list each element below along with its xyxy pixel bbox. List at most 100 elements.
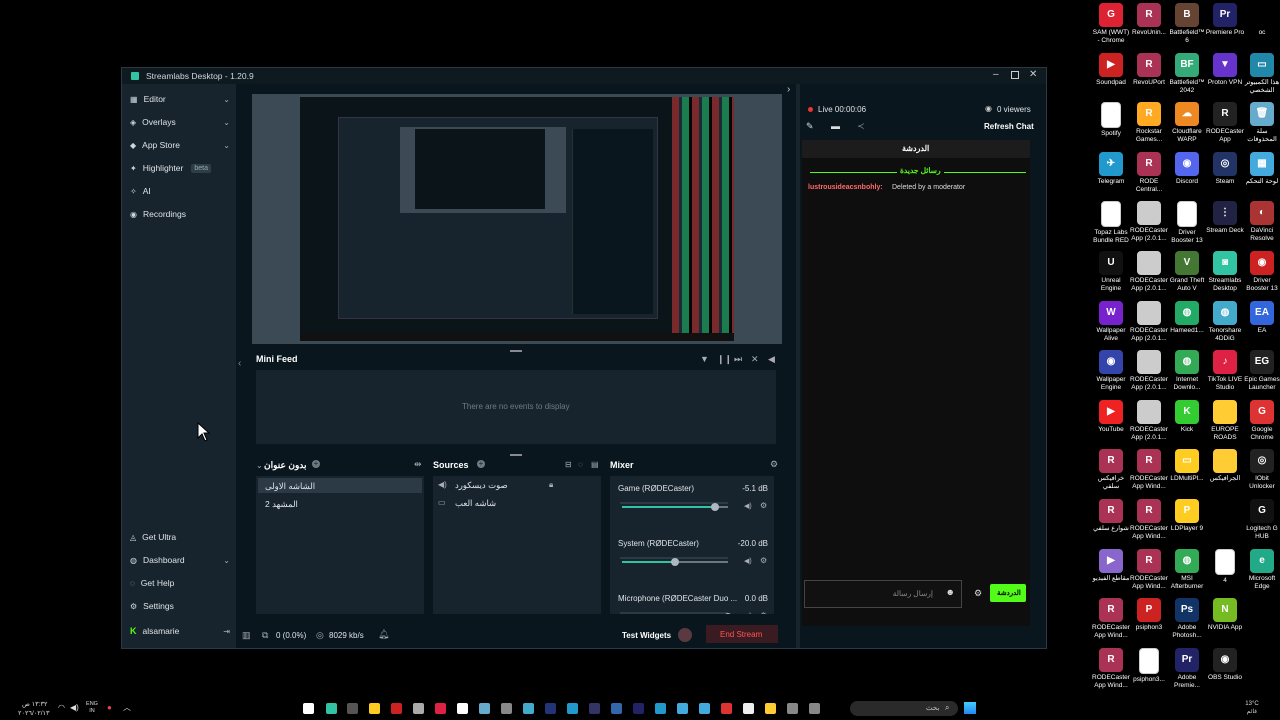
taskbar-app-icon[interactable] xyxy=(303,703,314,714)
taskbar-app-icon[interactable] xyxy=(413,703,424,714)
chat-input[interactable]: إرسال رسالة ☻ xyxy=(804,580,962,608)
desktop-icon[interactable]: الجرافيكس xyxy=(1205,449,1245,483)
taskbar-app-icon[interactable] xyxy=(655,703,666,714)
clip-icon[interactable]: ▬ xyxy=(831,121,840,131)
weather-widget[interactable]: 13°C غائم xyxy=(1240,700,1264,716)
minimize-icon[interactable]: – xyxy=(993,69,999,80)
chat-settings-icon[interactable]: ⚙ xyxy=(974,588,982,599)
desktop-icon[interactable]: B Battlefield™ 6 xyxy=(1167,3,1207,45)
desktop-icon[interactable]: RODECaster App (2.0.1... xyxy=(1129,251,1169,293)
desktop-icon[interactable]: R RODECaster App xyxy=(1205,102,1245,144)
add-scene-icon[interactable]: + xyxy=(312,460,320,468)
close-icon[interactable]: ✕ xyxy=(1029,69,1037,80)
maximize-icon[interactable] xyxy=(1011,71,1019,79)
lock-icon[interactable]: 🔒︎ xyxy=(549,480,553,490)
desktop-icon[interactable]: Driver Booster 13 xyxy=(1167,201,1207,245)
taskbar-app-icon[interactable] xyxy=(589,703,600,714)
sidebar-item-editor[interactable]: ▦ Editor ⌄ xyxy=(130,90,230,108)
stats-icon[interactable]: ▥ xyxy=(242,630,251,641)
desktop-icon[interactable]: R RODECaster App Wind... xyxy=(1091,598,1131,640)
desktop-icon[interactable]: ▼ Proton VPN xyxy=(1205,52,1245,87)
desktop-icon[interactable]: P LDPlayer 9 xyxy=(1167,499,1207,533)
sidebar-item-app-store[interactable]: ◆ App Store ⌄ xyxy=(130,136,230,154)
desktop-icon[interactable]: ◉ OBS Studio xyxy=(1205,647,1245,682)
desktop-icon[interactable]: BF Battlefield™ 2042 xyxy=(1167,52,1207,95)
desktop-icon[interactable]: Topaz Labs Bundle RED xyxy=(1091,201,1131,245)
resize-handle-2[interactable] xyxy=(510,454,522,456)
skip-icon[interactable]: ⏭ xyxy=(734,354,742,365)
source-folder-icon[interactable]: ⊟ xyxy=(565,460,572,469)
desktop-icon[interactable]: ◎ Steam xyxy=(1205,151,1245,186)
taskbar-app-icon[interactable] xyxy=(743,703,754,714)
desktop-icon[interactable]: ▭ LDMultiPl... xyxy=(1167,449,1207,483)
desktop-icon[interactable]: ◎ IObit Unlocker xyxy=(1242,449,1280,491)
taskbar-app-icon[interactable] xyxy=(457,703,468,714)
desktop-icon[interactable]: G Google Chrome xyxy=(1242,399,1280,442)
desktop-icon[interactable]: R RODECaster App Wind... xyxy=(1129,548,1169,591)
scene-item-1[interactable]: الشاشه الاولى xyxy=(258,478,422,493)
taskbar-app-icon[interactable] xyxy=(567,703,578,714)
taskbar-app-icon[interactable] xyxy=(633,703,644,714)
taskbar-app-icon[interactable] xyxy=(677,703,688,714)
desktop-icon[interactable]: N NVIDIA App xyxy=(1205,598,1245,632)
desktop-icon[interactable]: psiphon3... xyxy=(1129,647,1169,684)
desktop-icon[interactable]: R RODECaster App Wind... xyxy=(1091,647,1131,690)
desktop-icon[interactable]: R RODECaster App Wind... xyxy=(1129,499,1169,541)
taskbar-app-icon[interactable] xyxy=(391,703,402,714)
desktop-icon[interactable]: ◍ Internet Downlo... xyxy=(1167,350,1207,392)
share-icon[interactable]: ≺ xyxy=(857,121,865,132)
desktop-icon[interactable]: ✈ Telegram xyxy=(1091,151,1131,186)
start-icon[interactable] xyxy=(964,702,976,714)
taskbar-app-icon[interactable] xyxy=(523,703,534,714)
desktop-icon[interactable]: ▶ Soundpad xyxy=(1091,52,1131,87)
desktop-icon[interactable]: ♪ TikTok LIVE Studio xyxy=(1205,350,1245,392)
desktop-icon[interactable]: R RODECaster App Wind... xyxy=(1129,449,1169,491)
taskbar-app-icon[interactable] xyxy=(545,703,556,714)
desktop-icon[interactable]: ▶ YouTube xyxy=(1091,399,1131,434)
desktop-icon[interactable]: ⋮ Stream Deck xyxy=(1205,201,1245,235)
desktop-icon[interactable]: R RevoUnin... xyxy=(1129,3,1169,37)
mute-icon[interactable]: ◀) xyxy=(744,612,752,614)
taskbar-app-icon[interactable] xyxy=(611,703,622,714)
mute-alerts-icon[interactable]: ✕ xyxy=(751,354,759,365)
desktop-icon[interactable]: Ps Adobe Photosh... xyxy=(1167,598,1207,640)
sidebar-item-ai[interactable]: ✧ AI xyxy=(130,182,230,200)
desktop-icon[interactable]: 🗑 سلة المحذوفات xyxy=(1242,102,1280,144)
tray-chevron-icon[interactable]: ︿ xyxy=(123,702,131,713)
desktop-icon[interactable]: Ppsiphon3 xyxy=(1129,598,1169,632)
desktop-icon[interactable]: W Wallpaper Alive xyxy=(1091,300,1131,343)
desktop-icon[interactable]: ◐ DaVinci Resolve xyxy=(1242,201,1280,243)
desktop-icon[interactable]: EG Epic Games Launcher xyxy=(1242,350,1280,392)
desktop-icon[interactable]: ▭ هذا الكمبيوتر الشخصي xyxy=(1242,52,1280,95)
sidebar-item-recordings[interactable]: ◉ Recordings xyxy=(130,205,230,223)
desktop-icon[interactable]: 4 xyxy=(1205,548,1245,585)
logout-icon[interactable]: ⇥ xyxy=(223,627,230,636)
mixer-settings-icon[interactable]: ⚙ xyxy=(770,459,778,470)
desktop-icon[interactable]: Pr Adobe Premie... xyxy=(1167,647,1207,690)
collapse-left-icon[interactable]: ‹ xyxy=(238,358,241,369)
user-profile[interactable]: Kalsamarie ⇥ xyxy=(130,622,230,640)
taskbar-app-icon[interactable] xyxy=(787,703,798,714)
sidebar-item-dashboard[interactable]: ◍ Dashboard ⌄ xyxy=(130,551,230,569)
sidebar-item-get-help[interactable]: ◌ Get Help xyxy=(130,574,230,592)
desktop-icon[interactable]: ◍ Hameed1... xyxy=(1167,300,1207,335)
volume-icon[interactable]: ◀ xyxy=(768,354,775,365)
emoji-icon[interactable]: ☻ xyxy=(946,587,955,597)
desktop-icon[interactable]: ◉ Driver Booster 13 xyxy=(1242,251,1280,293)
scenes-chevron-icon[interactable]: ⌄ xyxy=(256,461,263,470)
source-item-2[interactable]: شاشه العب xyxy=(455,498,496,509)
desktop-icon[interactable]: RODECaster App (2.0.1... xyxy=(1129,201,1169,243)
taskbar-app-icon[interactable] xyxy=(326,703,337,714)
desktop-icon[interactable]: R RevoUPort xyxy=(1129,52,1169,87)
desktop-icon[interactable]: ◙ Streamlabs Desktop xyxy=(1205,251,1245,293)
desktop-icon[interactable]: G Logitech G HUB xyxy=(1242,499,1280,541)
channel-settings-icon[interactable]: ⚙ xyxy=(760,501,767,510)
refresh-chat-button[interactable]: Refresh Chat xyxy=(984,122,1034,131)
filter-icon[interactable]: ▼ xyxy=(700,354,709,364)
desktop-icon[interactable]: R RODE Central... xyxy=(1129,151,1169,194)
desktop-icon[interactable]: ☁ Cloudflare WARP xyxy=(1167,102,1207,144)
desktop-icon[interactable]: V Grand Theft Auto V xyxy=(1167,251,1207,293)
notification-bell-icon[interactable]: 🔔︎ xyxy=(378,629,389,640)
mute-icon[interactable]: ◀) xyxy=(744,502,752,510)
chat-send-button[interactable]: الدردشة xyxy=(990,584,1026,602)
